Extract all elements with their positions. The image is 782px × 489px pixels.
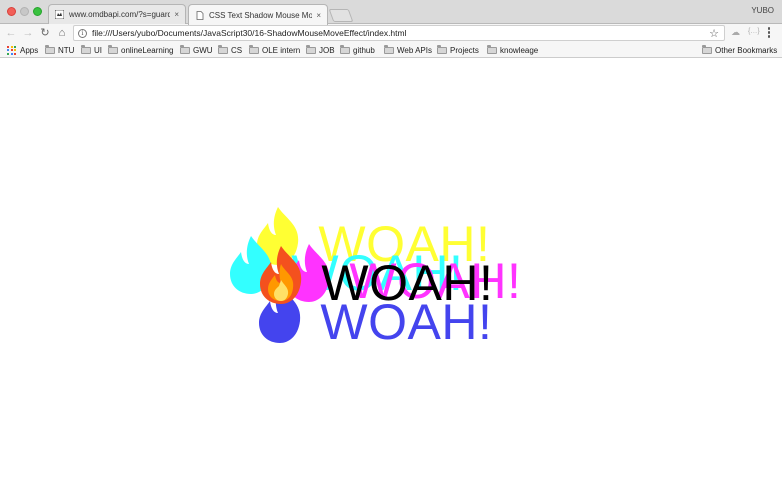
info-icon[interactable]: i bbox=[78, 28, 87, 38]
document-icon bbox=[195, 10, 204, 20]
bookmark-apps[interactable]: Apps bbox=[7, 44, 38, 56]
fire-emoji bbox=[255, 246, 321, 311]
folder-icon bbox=[487, 44, 497, 54]
bookmark-folder-cs[interactable]: CS bbox=[218, 44, 242, 56]
bookmark-folder-gwu[interactable]: GWU bbox=[180, 44, 213, 56]
tab-close-icon[interactable]: × bbox=[174, 10, 179, 19]
bookmark-folder-ntu[interactable]: NTU bbox=[45, 44, 74, 56]
bookmark-label: knowleage bbox=[500, 45, 539, 55]
cloud-extension-icon[interactable]: ☁ bbox=[731, 27, 740, 38]
bookmark-other-bookmarks[interactable]: Other Bookmarks bbox=[702, 44, 777, 56]
tab-close-icon[interactable]: × bbox=[316, 11, 321, 20]
bookmark-label: Apps bbox=[20, 45, 39, 55]
apps-grid-icon bbox=[7, 45, 16, 55]
bookmark-folder-onlinelearning[interactable]: onlineLearning bbox=[108, 44, 174, 56]
folder-icon bbox=[180, 44, 190, 54]
forward-arrow-icon[interactable]: → bbox=[21, 26, 35, 40]
hero-shadow-effect[interactable]: WOAH! WOAH! WOAH! WOAH! WOAH! bbox=[0, 58, 782, 489]
bookmark-folder-knowleage[interactable]: knowleage bbox=[487, 44, 538, 56]
bookmark-label: NTU bbox=[58, 45, 75, 55]
bookmark-folder-ole-intern[interactable]: OLE intern bbox=[249, 44, 300, 56]
bookmark-folder-ui[interactable]: UI bbox=[81, 44, 102, 56]
back-arrow-icon[interactable]: ← bbox=[4, 26, 18, 40]
woah-text: WOAH! bbox=[321, 255, 494, 311]
tab-title: CSS Text Shadow Mouse Move bbox=[209, 10, 313, 20]
bookmark-label: onlineLearning bbox=[121, 45, 174, 55]
bookmarks-bar: Apps NTU UI onlineLearning GWU CS OLE in… bbox=[0, 43, 782, 58]
bookmark-folder-projects[interactable]: Projects bbox=[437, 44, 479, 56]
tab-omdbapi[interactable]: www.omdbapi.com/?s=guardia × bbox=[48, 4, 186, 24]
bookmark-label: CS bbox=[231, 45, 243, 55]
folder-icon bbox=[384, 44, 394, 54]
url-text[interactable]: file:///Users/yubo/Documents/JavaScript3… bbox=[92, 28, 709, 38]
reload-icon[interactable]: ↻ bbox=[38, 26, 52, 40]
bookmark-label: JOB bbox=[319, 45, 335, 55]
folder-icon bbox=[81, 44, 91, 54]
bookmark-star-icon[interactable]: ☆ bbox=[709, 27, 719, 40]
bookmark-label: Web APIs bbox=[397, 45, 432, 55]
new-tab-button[interactable] bbox=[328, 9, 354, 22]
folder-icon bbox=[218, 44, 228, 54]
bookmark-folder-job[interactable]: JOB bbox=[306, 44, 335, 56]
window-close-button[interactable] bbox=[7, 7, 16, 16]
tab-strip: www.omdbapi.com/?s=guardia × CSS Text Sh… bbox=[0, 0, 782, 25]
tab-css-text-shadow[interactable]: CSS Text Shadow Mouse Move × bbox=[188, 4, 328, 25]
json-extension-icon[interactable]: {…} bbox=[748, 28, 760, 35]
hero-main-text: WOAH! bbox=[255, 244, 493, 308]
browser-menu-icon[interactable] bbox=[767, 27, 771, 38]
bookmark-label: github bbox=[353, 45, 375, 55]
home-icon[interactable]: ⌂ bbox=[55, 26, 69, 40]
bookmark-folder-web-apis[interactable]: Web APIs bbox=[384, 44, 432, 56]
folder-icon bbox=[249, 44, 259, 54]
tab-title: www.omdbapi.com/?s=guardia bbox=[69, 10, 171, 19]
folder-icon bbox=[45, 44, 55, 54]
folder-icon bbox=[306, 44, 316, 54]
bookmark-folder-github[interactable]: github bbox=[340, 44, 375, 56]
omdb-favicon-icon bbox=[55, 10, 64, 19]
bookmark-label: Projects bbox=[450, 45, 479, 55]
bookmark-label: OLE intern bbox=[262, 45, 301, 55]
window-maximize-button[interactable] bbox=[33, 7, 42, 16]
bookmark-label: Other Bookmarks bbox=[715, 45, 778, 55]
folder-icon bbox=[340, 44, 350, 54]
browser-toolbar: ← → ↻ ⌂ i file:///Users/yubo/Documents/J… bbox=[0, 24, 782, 43]
folder-icon bbox=[702, 44, 712, 54]
profile-name[interactable]: YUBO bbox=[751, 6, 774, 15]
window-minimize-button[interactable] bbox=[20, 7, 29, 16]
folder-icon bbox=[108, 44, 118, 54]
bookmark-label: GWU bbox=[193, 45, 213, 55]
address-bar[interactable]: i file:///Users/yubo/Documents/JavaScrip… bbox=[73, 25, 725, 41]
folder-icon bbox=[437, 44, 447, 54]
bookmark-label: UI bbox=[94, 45, 102, 55]
page-content: WOAH! WOAH! WOAH! WOAH! WOAH! bbox=[0, 58, 782, 489]
